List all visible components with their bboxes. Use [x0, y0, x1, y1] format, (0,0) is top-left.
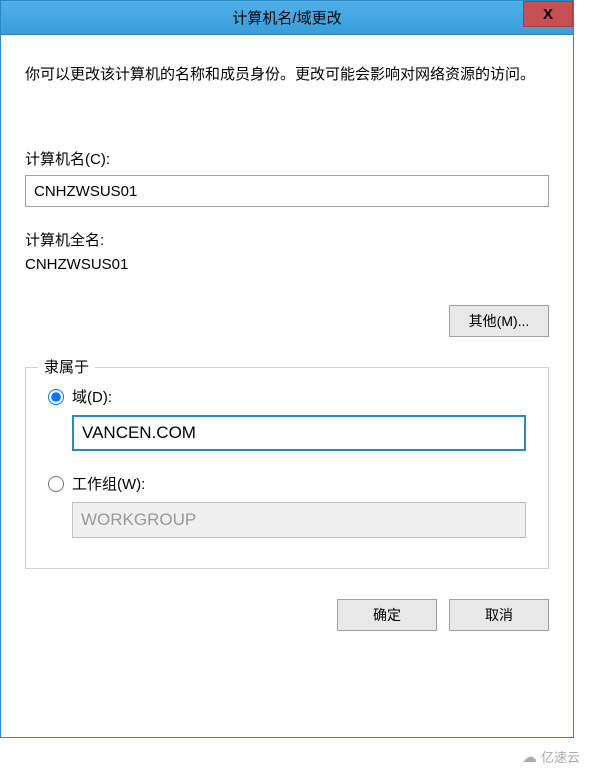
domain-radio-row: 域(D): [48, 386, 526, 407]
workgroup-radio[interactable] [48, 476, 64, 492]
cloud-icon: ☁ [522, 748, 537, 766]
watermark: ☁ 亿速云 [522, 747, 580, 766]
full-name-label: 计算机全名: [25, 229, 549, 250]
domain-input[interactable] [72, 415, 526, 451]
computer-name-input[interactable] [25, 175, 549, 207]
dialog-content: 你可以更改该计算机的名称和成员身份。更改可能会影响对网络资源的访问。 计算机名(… [1, 35, 573, 651]
domain-radio[interactable] [48, 389, 64, 405]
ok-button[interactable]: 确定 [337, 599, 437, 631]
membership-legend: 隶属于 [38, 356, 95, 377]
computer-name-section: 计算机名(C): [25, 148, 549, 207]
dialog-title: 计算机名/域更改 [232, 7, 341, 28]
workgroup-radio-row: 工作组(W): [48, 473, 526, 494]
full-name-value: CNHZWSUS01 [25, 256, 549, 273]
close-button[interactable]: X [523, 1, 573, 27]
domain-radio-label[interactable]: 域(D): [72, 386, 112, 407]
dialog-window: 计算机名/域更改 X 你可以更改该计算机的名称和成员身份。更改可能会影响对网络资… [0, 0, 574, 738]
workgroup-radio-label[interactable]: 工作组(W): [72, 473, 145, 494]
workgroup-input-wrap [48, 502, 526, 538]
watermark-text: 亿速云 [541, 747, 580, 766]
workgroup-input [72, 502, 526, 538]
close-icon: X [543, 6, 553, 23]
computer-name-label: 计算机名(C): [25, 148, 549, 169]
membership-fieldset: 隶属于 域(D): 工作组(W): [25, 367, 549, 569]
full-name-section: 计算机全名: CNHZWSUS01 [25, 229, 549, 273]
domain-input-wrap [48, 415, 526, 451]
more-button[interactable]: 其他(M)... [449, 305, 549, 337]
dialog-button-row: 确定 取消 [25, 599, 549, 631]
description-text: 你可以更改该计算机的名称和成员身份。更改可能会影响对网络资源的访问。 [25, 61, 549, 88]
cancel-button[interactable]: 取消 [449, 599, 549, 631]
more-button-row: 其他(M)... [25, 305, 549, 337]
titlebar: 计算机名/域更改 X [1, 1, 573, 35]
